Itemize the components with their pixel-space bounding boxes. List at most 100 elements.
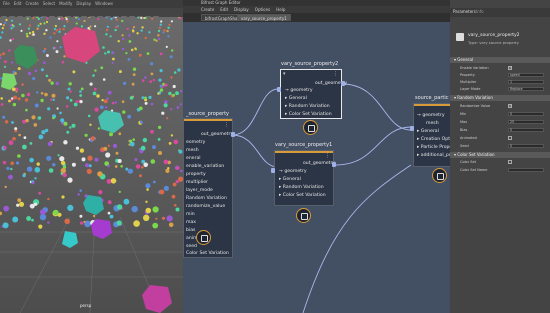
compound-node-icon[interactable] [432, 168, 447, 183]
menu-edit[interactable]: Edit [220, 6, 228, 13]
particle-sphere [57, 154, 60, 157]
attribute-editor-panel: Parameters Info vary_source_property2 Ty… [450, 0, 550, 313]
particle-sphere [133, 220, 140, 227]
particle-sphere [59, 46, 62, 49]
particle-sphere [22, 144, 27, 150]
viewport-menu-item[interactable]: File [3, 0, 10, 8]
particle-sphere [10, 27, 13, 30]
node-vary-source-property2[interactable]: ⋮ ▾ out_geometry → geometry ▸ General ▸ … [277, 69, 347, 119]
particle-sphere [39, 209, 46, 216]
particle-sphere [170, 20, 173, 23]
particle-sphere [97, 127, 101, 130]
viewport-panel[interactable]: File Edit Create Select Modify Display W… [0, 0, 183, 313]
particle-sphere [55, 81, 59, 86]
particle-sphere [92, 91, 97, 96]
particle-sphere [54, 46, 57, 50]
bias-field[interactable]: 0 [508, 128, 544, 132]
particle-sphere [60, 118, 65, 123]
randomize-value-checkbox[interactable]: ✓ [508, 104, 512, 108]
seed-field[interactable]: 0 [508, 144, 544, 148]
particle-sphere [79, 90, 82, 93]
enable-variation-checkbox[interactable]: ✓ [508, 66, 512, 70]
particle-sphere [61, 18, 64, 21]
viewport-menu-item[interactable]: Modify [59, 0, 72, 8]
animated-checkbox[interactable] [508, 136, 512, 140]
viewport-menu-item[interactable]: Create [25, 0, 38, 8]
input-label: → geometry [285, 88, 313, 93]
particle-sphere [134, 158, 138, 162]
menu-help[interactable]: Help [276, 6, 285, 13]
particle-sphere [69, 90, 72, 93]
particle-sphere [131, 29, 135, 32]
particle-sphere [88, 164, 92, 168]
layer-mode-dropdown[interactable]: Replace [508, 87, 544, 91]
node-menu-dots-icon[interactable]: ⋮ [325, 153, 330, 159]
particle-sphere [118, 70, 122, 74]
particle-sphere [27, 71, 32, 76]
node-menu-dots-icon[interactable]: ⋮ [333, 71, 338, 77]
output-port[interactable] [341, 81, 345, 86]
particle-sphere [150, 102, 154, 106]
particle-sphere [126, 27, 129, 31]
input-port[interactable] [271, 168, 275, 173]
compound-node-icon[interactable] [196, 230, 211, 245]
viewport-menu-item[interactable]: Windows [95, 0, 113, 8]
compound-node-icon[interactable] [303, 120, 318, 135]
particle-sphere [152, 145, 156, 150]
menu-options[interactable]: Options [255, 6, 270, 13]
section-color-set-header[interactable]: ▾ Color Set Variation [450, 152, 550, 158]
particle-sphere [179, 103, 182, 106]
particle-sphere [37, 17, 41, 20]
particle-sphere [58, 30, 61, 33]
particle-sphere [44, 92, 48, 97]
input-label: eneral [186, 156, 201, 161]
particle-sphere [43, 32, 46, 35]
tab-info[interactable]: Info [476, 9, 484, 14]
tab-vary-source-property[interactable]: vary_source_property1 [237, 14, 291, 21]
particle-sphere [12, 25, 15, 28]
particle-sphere [157, 34, 160, 37]
compound-node-icon[interactable] [296, 208, 311, 223]
particle-sphere [144, 17, 147, 20]
input-label: min [186, 212, 195, 217]
section-random-variation-header[interactable]: ▾ Random Variation [450, 95, 550, 101]
graph-canvas[interactable]: ⋮ out_geometry eometry mesh eneral enabl… [183, 22, 453, 313]
output-port[interactable] [332, 162, 336, 167]
node-vary-source-property1[interactable]: ⋮ out_geometry → geometry ▸ General ▸ Ra… [271, 150, 336, 206]
property-field[interactable]: speed [508, 73, 544, 77]
output-port[interactable] [231, 132, 235, 137]
particle-sphere [131, 205, 138, 213]
min-field[interactable]: 0 [508, 112, 544, 116]
particle-sphere [9, 39, 12, 42]
input-port[interactable] [277, 87, 281, 92]
input-port[interactable] [410, 126, 414, 131]
particle-sphere [11, 121, 14, 124]
particle-sphere [69, 98, 73, 102]
viewport-menu-item[interactable]: Edit [14, 0, 22, 8]
viewport-scene[interactable] [0, 17, 183, 313]
color-set-checkbox[interactable] [508, 160, 512, 164]
input-label: randomize_value [186, 204, 226, 209]
particle-sphere [175, 207, 180, 212]
tab-parameters[interactable]: Parameters [453, 9, 476, 14]
particle-sphere [158, 26, 161, 29]
viewport-menu-item[interactable]: Display [76, 0, 91, 8]
particle-sphere [66, 96, 70, 100]
node-type-icon [456, 33, 464, 41]
max-field[interactable]: 25 [508, 120, 544, 124]
particle-sphere [4, 120, 9, 124]
color-set-name-field[interactable] [508, 168, 544, 172]
node-source-particles[interactable]: → geometry mesh ▸ General ▸ Creation Opt… [410, 103, 453, 167]
viewport-menu-item[interactable]: Select [43, 0, 55, 8]
particle-sphere [63, 25, 66, 28]
multiplier-field[interactable]: 1 [508, 80, 544, 84]
section-general-header[interactable]: ▾ General [450, 57, 550, 63]
particle-sphere [36, 162, 40, 166]
graph-editor-panel[interactable]: Bifrost Graph Editor Create Edit Display… [183, 0, 453, 313]
particle-sphere [112, 57, 115, 61]
menu-display[interactable]: Display [234, 6, 249, 13]
particle-sphere [65, 18, 68, 21]
menu-create[interactable]: Create [201, 6, 214, 13]
node-menu-dots-icon[interactable]: ⋮ [224, 122, 229, 128]
collapse-arrow-icon[interactable]: ▾ [283, 71, 286, 77]
